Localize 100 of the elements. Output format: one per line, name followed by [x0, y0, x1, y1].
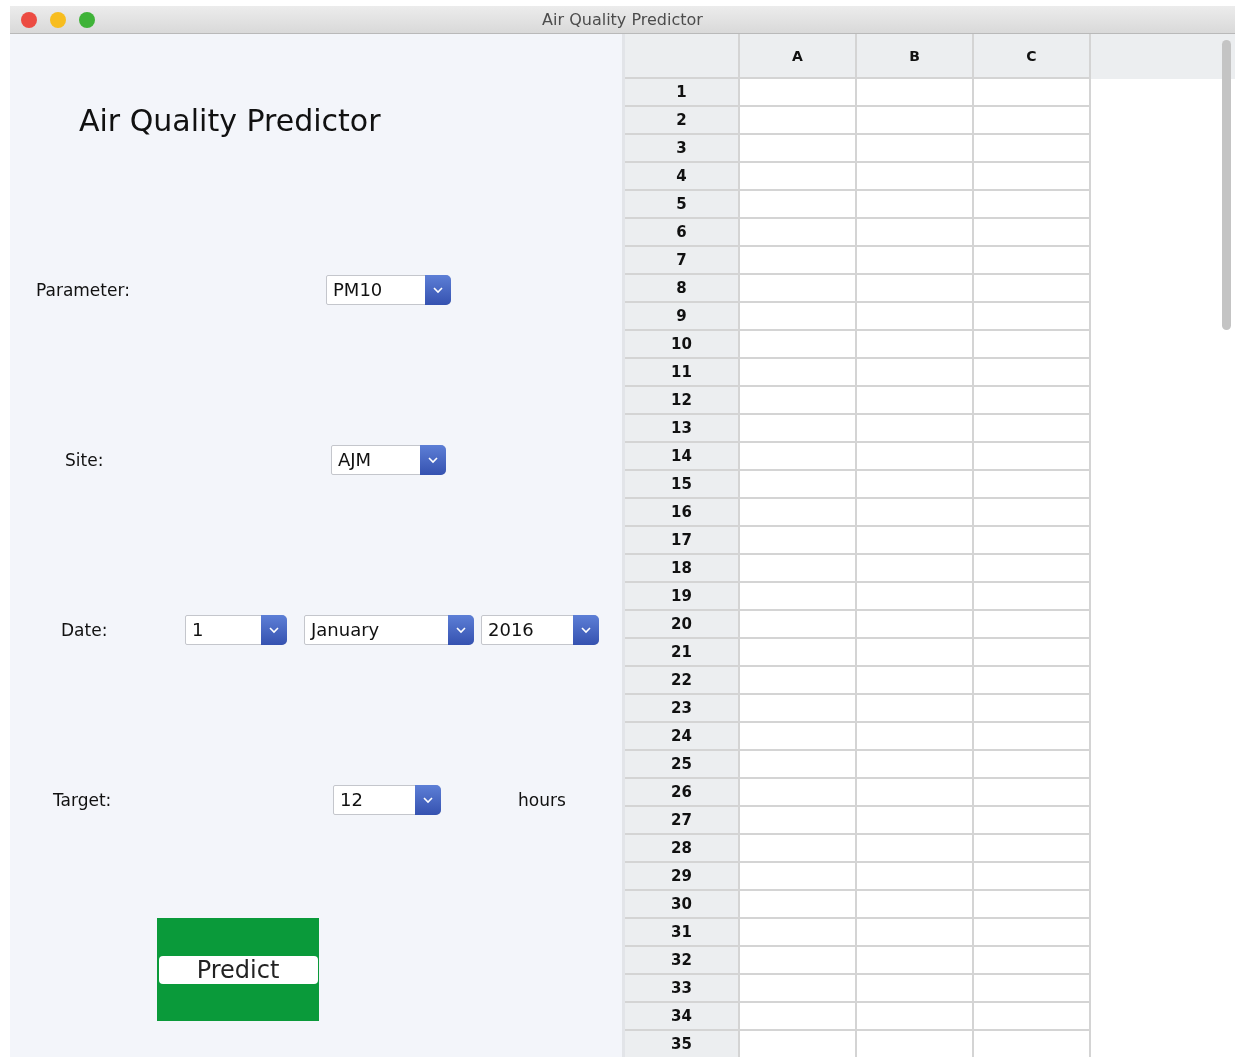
table-cell[interactable]	[740, 527, 857, 555]
row-header[interactable]: 35	[625, 1031, 740, 1057]
table-cell[interactable]	[857, 835, 974, 863]
table-cell[interactable]	[974, 387, 1091, 415]
table-cell[interactable]	[740, 835, 857, 863]
column-header[interactable]: B	[857, 34, 974, 79]
row-header[interactable]: 30	[625, 891, 740, 919]
row-header[interactable]: 19	[625, 583, 740, 611]
table-cell[interactable]	[740, 583, 857, 611]
table-cell[interactable]	[740, 163, 857, 191]
row-header[interactable]: 29	[625, 863, 740, 891]
table-cell[interactable]	[974, 107, 1091, 135]
table-cell[interactable]	[740, 79, 857, 107]
table-cell[interactable]	[740, 443, 857, 471]
table-cell[interactable]	[857, 639, 974, 667]
predict-button[interactable]: Predict	[157, 918, 319, 1021]
table-cell[interactable]	[740, 303, 857, 331]
table-cell[interactable]	[857, 555, 974, 583]
table-cell[interactable]	[974, 219, 1091, 247]
table-cell[interactable]	[974, 471, 1091, 499]
table-cell[interactable]	[974, 807, 1091, 835]
table-cell[interactable]	[740, 359, 857, 387]
combo-box[interactable]: January	[304, 615, 474, 645]
table-cell[interactable]	[974, 835, 1091, 863]
table-cell[interactable]	[857, 219, 974, 247]
scrollbar-thumb[interactable]	[1222, 40, 1231, 330]
table-cell[interactable]	[740, 667, 857, 695]
table-cell[interactable]	[740, 779, 857, 807]
table-cell[interactable]	[974, 79, 1091, 107]
zoom-button[interactable]	[79, 11, 95, 28]
table-cell[interactable]	[974, 135, 1091, 163]
table-cell[interactable]	[857, 1003, 974, 1031]
row-header[interactable]: 12	[625, 387, 740, 415]
column-header[interactable]: C	[974, 34, 1091, 79]
table-cell[interactable]	[740, 611, 857, 639]
row-header[interactable]: 7	[625, 247, 740, 275]
combo-box[interactable]: 1	[185, 615, 287, 645]
table-cell[interactable]	[857, 247, 974, 275]
table-cell[interactable]	[740, 947, 857, 975]
table-cell[interactable]	[974, 779, 1091, 807]
table-cell[interactable]	[740, 807, 857, 835]
table-cell[interactable]	[740, 135, 857, 163]
row-header[interactable]: 31	[625, 919, 740, 947]
row-header[interactable]: 3	[625, 135, 740, 163]
row-header[interactable]: 8	[625, 275, 740, 303]
table-cell[interactable]	[857, 611, 974, 639]
table-cell[interactable]	[740, 247, 857, 275]
table-cell[interactable]	[857, 779, 974, 807]
table-cell[interactable]	[974, 163, 1091, 191]
minimize-button[interactable]	[50, 11, 66, 28]
combo-box[interactable]: 12	[333, 785, 441, 815]
table-cell[interactable]	[857, 107, 974, 135]
row-header[interactable]: 15	[625, 471, 740, 499]
table-cell[interactable]	[974, 555, 1091, 583]
row-header[interactable]: 4	[625, 163, 740, 191]
table-cell[interactable]	[857, 387, 974, 415]
table-cell[interactable]	[740, 275, 857, 303]
table-cell[interactable]	[974, 639, 1091, 667]
row-header[interactable]: 20	[625, 611, 740, 639]
row-header[interactable]: 18	[625, 555, 740, 583]
table-cell[interactable]	[857, 359, 974, 387]
combo-box[interactable]: PM10	[326, 275, 451, 305]
table-cell[interactable]	[857, 303, 974, 331]
table-cell[interactable]	[857, 583, 974, 611]
table-cell[interactable]	[857, 919, 974, 947]
table-cell[interactable]	[857, 163, 974, 191]
table-cell[interactable]	[974, 611, 1091, 639]
table-cell[interactable]	[974, 891, 1091, 919]
table-cell[interactable]	[974, 359, 1091, 387]
table-cell[interactable]	[974, 1003, 1091, 1031]
table-cell[interactable]	[740, 695, 857, 723]
table-cell[interactable]	[974, 919, 1091, 947]
table-cell[interactable]	[974, 499, 1091, 527]
table-cell[interactable]	[857, 863, 974, 891]
table-cell[interactable]	[740, 975, 857, 1003]
table-cell[interactable]	[974, 443, 1091, 471]
row-header[interactable]: 27	[625, 807, 740, 835]
row-header[interactable]: 33	[625, 975, 740, 1003]
row-header[interactable]: 16	[625, 499, 740, 527]
table-cell[interactable]	[857, 499, 974, 527]
row-header[interactable]: 22	[625, 667, 740, 695]
table-cell[interactable]	[740, 191, 857, 219]
table-cell[interactable]	[740, 471, 857, 499]
combo-box[interactable]: AJM	[331, 445, 446, 475]
table-cell[interactable]	[740, 891, 857, 919]
table-cell[interactable]	[974, 751, 1091, 779]
table-cell[interactable]	[857, 527, 974, 555]
table-cell[interactable]	[974, 583, 1091, 611]
table-cell[interactable]	[740, 919, 857, 947]
table-cell[interactable]	[740, 331, 857, 359]
row-header[interactable]: 26	[625, 779, 740, 807]
table-cell[interactable]	[857, 751, 974, 779]
table-cell[interactable]	[974, 947, 1091, 975]
table-cell[interactable]	[857, 667, 974, 695]
table-cell[interactable]	[857, 79, 974, 107]
row-header[interactable]: 13	[625, 415, 740, 443]
table-cell[interactable]	[974, 303, 1091, 331]
table-cell[interactable]	[740, 107, 857, 135]
table-cell[interactable]	[857, 415, 974, 443]
row-header[interactable]: 25	[625, 751, 740, 779]
